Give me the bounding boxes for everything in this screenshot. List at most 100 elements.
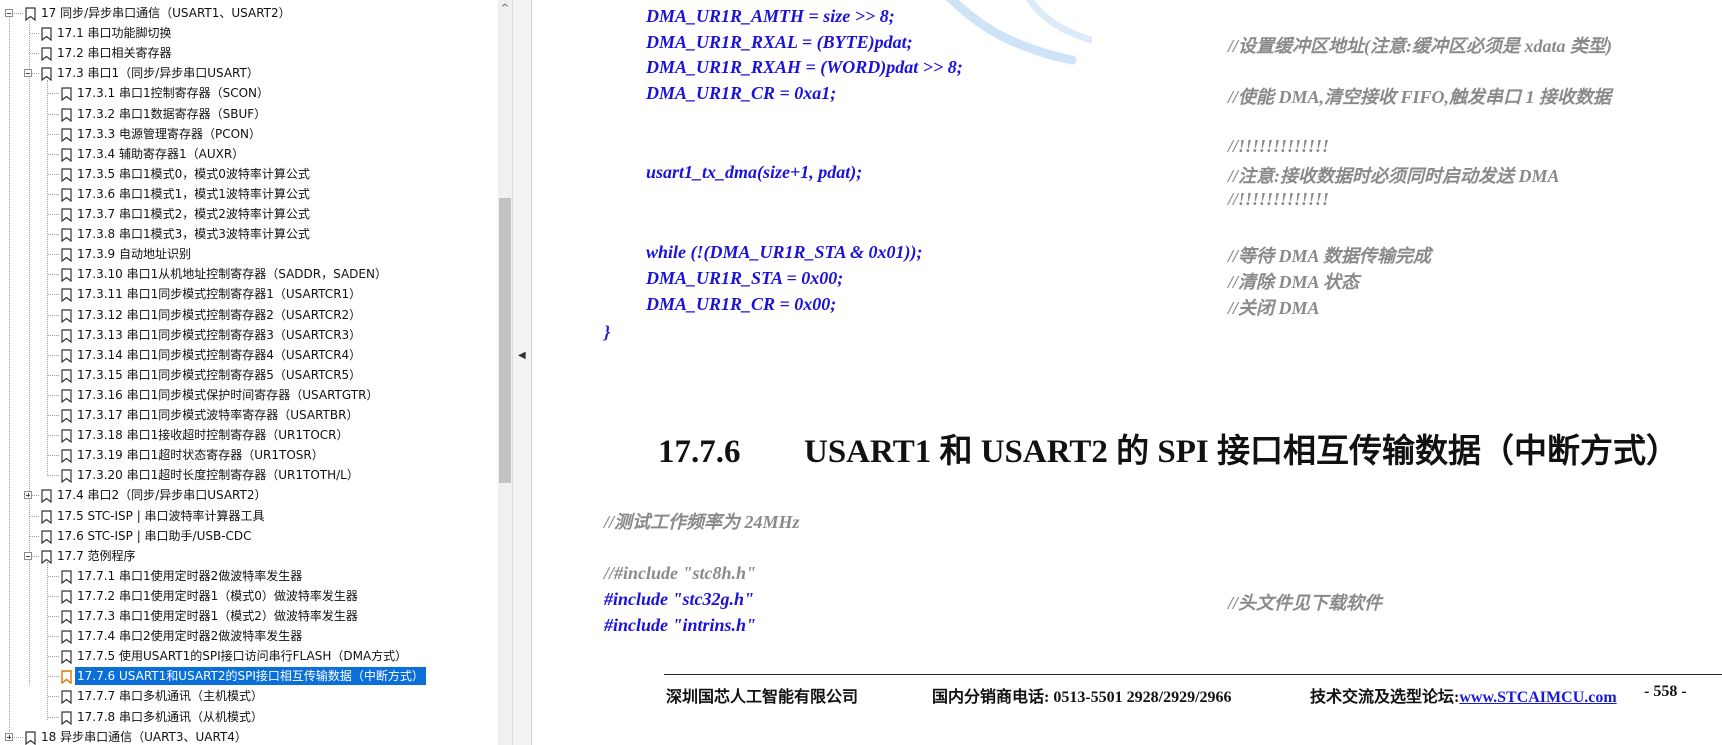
bookmark-icon	[60, 449, 73, 464]
bookmark-label[interactable]: 17.7.5 使用USART1的SPI接口访问串行FLASH（DMA方式）	[75, 647, 409, 665]
bookmark-label[interactable]: 17.3.17 串口1同步模式波特率寄存器（USARTBR）	[75, 406, 360, 424]
tree-connector	[48, 133, 59, 135]
bookmark-item[interactable]: 17 同步/异步串口通信（USART1、USART2）	[0, 3, 498, 23]
bookmark-item[interactable]: 17.3.9 自动地址识别	[0, 244, 498, 264]
bookmark-item[interactable]: 17.7.3 串口1使用定时器1（模式2）做波特率发生器	[0, 606, 498, 626]
include-stc32g: #include "stc32g.h"	[604, 589, 754, 609]
bookmark-item[interactable]: 17.3.6 串口1模式1，模式1波特率计算公式	[0, 184, 498, 204]
bookmark-label[interactable]: 17.5 STC-ISP | 串口波特率计算器工具	[55, 507, 267, 525]
footer-forum: 技术交流及选型论坛:www.STCAIMCU.com	[1310, 683, 1617, 707]
bookmark-item[interactable]: 17.3.4 辅助寄存器1（AUXR）	[0, 144, 498, 164]
bookmark-label[interactable]: 17.3.1 串口1控制寄存器（SCON）	[75, 84, 271, 102]
bookmark-label[interactable]: 17.7.3 串口1使用定时器1（模式2）做波特率发生器	[75, 607, 360, 625]
bookmark-item[interactable]: 17.3.17 串口1同步模式波特率寄存器（USARTBR）	[0, 405, 498, 425]
bookmark-label[interactable]: 17.1 串口功能脚切换	[55, 24, 174, 42]
bookmark-item[interactable]: 17.3.13 串口1同步模式控制寄存器3（USARTCR3）	[0, 325, 498, 345]
bookmark-scrollbar[interactable]: ^	[498, 0, 512, 745]
bookmark-label[interactable]: 17.3.16 串口1同步模式保护时间寄存器（USARTGTR）	[75, 386, 380, 404]
tree-connector	[30, 535, 39, 537]
bookmark-item[interactable]: 17.3.5 串口1模式0，模式0波特率计算公式	[0, 164, 498, 184]
bookmark-label[interactable]: 17.7.4 串口2使用定时器2做波特率发生器	[75, 627, 304, 645]
bookmark-label[interactable]: 17.3.15 串口1同步模式控制寄存器5（USARTCR5）	[75, 366, 363, 384]
bookmark-icon	[60, 389, 73, 404]
code-line: DMA_UR1R_RXAL = (BYTE)pdat;	[646, 32, 913, 52]
bookmark-label[interactable]: 17.3.6 串口1模式1，模式1波特率计算公式	[75, 185, 312, 203]
bookmark-item[interactable]: 17.7.1 串口1使用定时器2做波特率发生器	[0, 566, 498, 586]
bookmark-item[interactable]: 17.7.6 USART1和USART2的SPI接口相互传输数据（中断方式）	[0, 666, 498, 686]
bookmark-label[interactable]: 17.3.7 串口1模式2，模式2波特率计算公式	[75, 205, 312, 223]
bookmark-label[interactable]: 17.3.2 串口1数据寄存器（SBUF）	[75, 105, 268, 123]
panel-divider[interactable]: ◀	[512, 0, 532, 745]
bookmark-item[interactable]: 17.3.16 串口1同步模式保护时间寄存器（USARTGTR）	[0, 385, 498, 405]
bookmark-item[interactable]: 17.3.18 串口1接收超时控制寄存器（UR1TOCR）	[0, 425, 498, 445]
collapse-icon[interactable]	[24, 69, 32, 78]
bookmark-label[interactable]: 17.3.20 串口1超时长度控制寄存器（UR1TOTH/L）	[75, 466, 361, 484]
bookmark-label[interactable]: 17.4 串口2（同步/异步串口USART2）	[55, 486, 268, 504]
bookmark-label[interactable]: 17.3.14 串口1同步模式控制寄存器4（USARTCR4）	[75, 346, 363, 364]
bookmark-icon	[40, 509, 53, 524]
bookmark-label[interactable]: 17 同步/异步串口通信（USART1、USART2）	[39, 4, 293, 22]
bookmark-item[interactable]: 17.7.7 串口多机通讯（主机模式）	[0, 686, 498, 706]
bookmark-label[interactable]: 18 异步串口通信（UART3、UART4）	[39, 728, 249, 745]
bookmark-item[interactable]: 17.3.10 串口1从机地址控制寄存器（SADDR，SADEN）	[0, 264, 498, 284]
bookmark-item[interactable]: 17.7.4 串口2使用定时器2做波特率发生器	[0, 626, 498, 646]
expand-icon[interactable]	[5, 732, 13, 741]
bookmark-label[interactable]: 17.3.9 自动地址识别	[75, 245, 193, 263]
chevron-up-icon[interactable]: ^	[498, 2, 512, 16]
bookmark-icon	[60, 570, 73, 585]
bookmark-item[interactable]: 17.1 串口功能脚切换	[0, 23, 498, 43]
bookmark-item[interactable]: 17.7 范例程序	[0, 546, 498, 566]
bookmark-item[interactable]: 17.4 串口2（同步/异步串口USART2）	[0, 485, 498, 505]
scrollbar-thumb[interactable]	[499, 198, 511, 483]
bookmark-label[interactable]: 17.7 范例程序	[55, 547, 138, 565]
include-intrins: #include "intrins.h"	[604, 615, 757, 635]
bookmark-label[interactable]: 17.7.2 串口1使用定时器1（模式0）做波特率发生器	[75, 587, 360, 605]
bookmark-label[interactable]: 17.3.19 串口1超时状态寄存器（UR1TOSR）	[75, 446, 326, 464]
bookmark-item[interactable]: 17.3.2 串口1数据寄存器（SBUF）	[0, 104, 498, 124]
bookmark-item[interactable]: 17.6 STC-ISP | 串口助手/USB-CDC	[0, 526, 498, 546]
bookmark-icon	[60, 409, 73, 424]
collapse-left-icon[interactable]: ◀	[518, 350, 526, 361]
bookmark-item[interactable]: 17.3.7 串口1模式2，模式2波特率计算公式	[0, 204, 498, 224]
bookmark-item[interactable]: 17.7.5 使用USART1的SPI接口访问串行FLASH（DMA方式）	[0, 646, 498, 666]
bookmark-label[interactable]: 17.3 串口1（同步/异步串口USART）	[55, 64, 261, 82]
bookmark-label[interactable]: 17.6 STC-ISP | 串口助手/USB-CDC	[55, 527, 254, 545]
bookmark-label[interactable]: 17.7.7 串口多机通讯（主机模式）	[75, 687, 265, 705]
bookmark-item[interactable]: 17.7.2 串口1使用定时器1（模式0）做波特率发生器	[0, 586, 498, 606]
bookmark-item[interactable]: 18 异步串口通信（UART3、UART4）	[0, 727, 498, 745]
bookmark-item[interactable]: 17.3.20 串口1超时长度控制寄存器（UR1TOTH/L）	[0, 465, 498, 485]
bookmark-item[interactable]: 17.3.15 串口1同步模式控制寄存器5（USARTCR5）	[0, 365, 498, 385]
bookmark-item[interactable]: 17.5 STC-ISP | 串口波特率计算器工具	[0, 506, 498, 526]
bookmark-item[interactable]: 17.3.8 串口1模式3，模式3波特率计算公式	[0, 224, 498, 244]
bookmark-item[interactable]: 17.7.8 串口多机通讯（从机模式）	[0, 707, 498, 727]
bookmark-label[interactable]: 17.3.3 电源管理寄存器（PCON）	[75, 125, 263, 143]
tree-connector	[14, 736, 23, 738]
code-line: DMA_UR1R_CR = 0x00;	[646, 294, 837, 314]
bookmark-item[interactable]: 17.3.1 串口1控制寄存器（SCON）	[0, 83, 498, 103]
bookmark-label[interactable]: 17.3.8 串口1模式3，模式3波特率计算公式	[75, 225, 312, 243]
footer-forum-link[interactable]: www.STCAIMCU.com	[1459, 689, 1616, 706]
collapse-icon[interactable]	[24, 551, 32, 560]
bookmark-label[interactable]: 17.2 串口相关寄存器	[55, 44, 174, 62]
bookmark-item[interactable]: 17.3.12 串口1同步模式控制寄存器2（USARTCR2）	[0, 305, 498, 325]
bookmark-label[interactable]: 17.3.13 串口1同步模式控制寄存器3（USARTCR3）	[75, 326, 363, 344]
bookmark-label[interactable]: 17.3.12 串口1同步模式控制寄存器2（USARTCR2）	[75, 306, 363, 324]
bookmark-item[interactable]: 17.3.11 串口1同步模式控制寄存器1（USARTCR1）	[0, 284, 498, 304]
bookmark-label[interactable]: 17.3.18 串口1接收超时控制寄存器（UR1TOCR）	[75, 426, 351, 444]
bookmark-label[interactable]: 17.7.1 串口1使用定时器2做波特率发生器	[75, 567, 304, 585]
bookmark-item[interactable]: 17.3.14 串口1同步模式控制寄存器4（USARTCR4）	[0, 345, 498, 365]
bookmark-label[interactable]: 17.3.10 串口1从机地址控制寄存器（SADDR，SADEN）	[75, 265, 389, 283]
tree-connector	[48, 93, 59, 95]
bookmark-item[interactable]: 17.2 串口相关寄存器	[0, 43, 498, 63]
bookmark-label[interactable]: 17.7.6 USART1和USART2的SPI接口相互传输数据（中断方式）	[75, 667, 426, 686]
bookmark-item[interactable]: 17.3.3 电源管理寄存器（PCON）	[0, 124, 498, 144]
bookmark-icon	[60, 168, 73, 183]
bookmark-item[interactable]: 17.3 串口1（同步/异步串口USART）	[0, 63, 498, 83]
expand-icon[interactable]	[24, 491, 32, 500]
bookmark-item[interactable]: 17.3.19 串口1超时状态寄存器（UR1TOSR）	[0, 445, 498, 465]
collapse-icon[interactable]	[5, 9, 13, 17]
bookmark-label[interactable]: 17.3.5 串口1模式0，模式0波特率计算公式	[75, 165, 312, 183]
bookmark-label[interactable]: 17.7.8 串口多机通讯（从机模式）	[75, 708, 265, 726]
bookmark-label[interactable]: 17.3.11 串口1同步模式控制寄存器1（USARTCR1）	[75, 285, 363, 303]
bookmark-label[interactable]: 17.3.4 辅助寄存器1（AUXR）	[75, 145, 246, 163]
